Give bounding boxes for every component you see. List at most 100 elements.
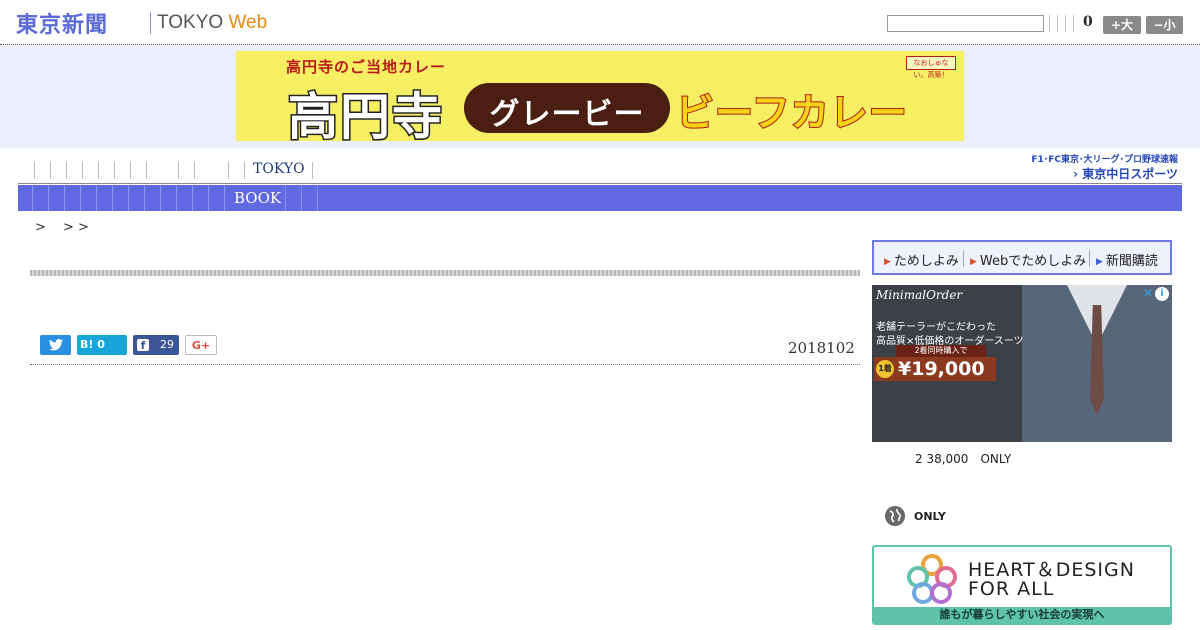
font-size-large-button[interactable]: +大 bbox=[1103, 16, 1141, 34]
trial-read-label: ためしよみ bbox=[893, 254, 959, 269]
subnav-item[interactable] bbox=[112, 185, 113, 211]
nav-item[interactable] bbox=[98, 162, 99, 179]
breadcrumb[interactable]: > > > bbox=[35, 216, 89, 235]
nav-item[interactable] bbox=[130, 162, 131, 179]
nav-item[interactable] bbox=[228, 162, 229, 179]
logo-divider bbox=[150, 12, 151, 34]
arrow-right-icon: ▶ bbox=[884, 257, 891, 267]
arrow-right-icon: ▶ bbox=[970, 257, 977, 267]
banner-subtitle: 高円寺のご当地カレー bbox=[286, 58, 447, 76]
nav-item[interactable] bbox=[66, 162, 67, 179]
nav-item[interactable] bbox=[82, 162, 83, 179]
logo-en-accent: Web bbox=[228, 12, 268, 33]
trial-read-link[interactable]: ▶ ためしよみ bbox=[884, 250, 959, 269]
subscribe-link[interactable]: ▶ 新聞購読 bbox=[1096, 250, 1158, 269]
ad-price: ¥19,000 bbox=[898, 358, 985, 380]
ad-info-icon[interactable]: i bbox=[1155, 287, 1169, 301]
banner-beef-curry-text: ビーフカレー bbox=[675, 90, 908, 136]
subnav-item[interactable] bbox=[208, 185, 209, 211]
ad-close-icon[interactable]: ✕ bbox=[1143, 286, 1153, 300]
article-date: 2018102 bbox=[788, 339, 855, 357]
chunichi-tagline: F1･FC東京･大リーグ･プロ野球速報 bbox=[1031, 155, 1178, 165]
globe-icon-graphic bbox=[886, 507, 904, 525]
ad-price-badge: 1着 bbox=[876, 360, 894, 378]
banner-gravy-text: グレービー bbox=[489, 97, 645, 132]
main-nav: TOKYO bbox=[18, 156, 1182, 184]
tokyo-chunichi-sports-link[interactable]: F1･FC東京･大リーグ･プロ野球速報 › 東京中日スポーツ bbox=[1020, 152, 1178, 182]
trial-divider bbox=[963, 250, 964, 267]
subnav-item[interactable] bbox=[317, 185, 318, 211]
ad-price-box: 2着同時購入で 1着 ¥19,000 bbox=[874, 345, 996, 381]
subnav-item[interactable] bbox=[128, 185, 129, 211]
subnav-item[interactable] bbox=[224, 185, 225, 211]
subnav-item-book[interactable]: BOOK bbox=[234, 189, 281, 207]
subnav-item[interactable] bbox=[80, 185, 81, 211]
tokyo-shimbun-logo[interactable]: 東京新聞 bbox=[16, 7, 108, 39]
sponsor-label[interactable]: ONLY bbox=[914, 510, 946, 523]
ad-caption[interactable]: 2 38,000 ONLY bbox=[915, 450, 1011, 467]
ad-price-condition: 2着同時購入で bbox=[896, 345, 986, 357]
heart-ad-title-line2: FOR ALL bbox=[968, 578, 1055, 600]
ad-brand-name: MinimalOrder bbox=[876, 288, 963, 302]
twitter-share-button[interactable] bbox=[40, 335, 71, 355]
top-ad-band: 高円寺のご当地カレー なおしゅない。高築！ 高円寺 グレービー ビーフカレー bbox=[0, 45, 1200, 148]
subnav-item[interactable] bbox=[301, 185, 302, 211]
subnav-item[interactable] bbox=[48, 185, 49, 211]
twitter-bird-icon bbox=[48, 339, 63, 351]
subnav-item[interactable] bbox=[285, 185, 286, 211]
subnav-item[interactable] bbox=[64, 185, 65, 211]
heart-ad-tagline: 誰もが暮らしやすい社会の実現へ bbox=[874, 607, 1170, 623]
facebook-icon: f bbox=[137, 339, 149, 352]
nav-item[interactable] bbox=[194, 162, 195, 179]
ad-copy-line1: 老舗テーラーがこだわった bbox=[876, 322, 996, 333]
trial-divider bbox=[1089, 250, 1090, 267]
banner-badge: なおしゅない。高築！ bbox=[906, 56, 956, 79]
ad-price-bar: 1着 ¥19,000 bbox=[874, 357, 996, 381]
header-link-separators bbox=[1049, 15, 1074, 32]
facebook-share-count: 29 bbox=[160, 338, 174, 351]
article-date-rule bbox=[30, 364, 860, 365]
search-input[interactable] bbox=[887, 15, 1044, 32]
subnav-item[interactable] bbox=[96, 185, 97, 211]
nav-item[interactable] bbox=[50, 162, 51, 179]
subnav-item[interactable] bbox=[32, 185, 33, 211]
minimal-order-suit-ad[interactable]: MinimalOrder ✕ i 老舗テーラーがこだわった 高品質×低価格のオー… bbox=[872, 285, 1172, 442]
nav-item-tokyo[interactable]: TOKYO bbox=[253, 161, 305, 177]
nav-item[interactable] bbox=[178, 162, 179, 179]
heart-design-for-all-ad[interactable]: HEART＆DESIGN FOR ALL 誰もが暮らしやすい社会の実現へ bbox=[872, 545, 1172, 625]
arrow-right-icon: ▶ bbox=[1096, 257, 1103, 267]
subnav-item[interactable] bbox=[176, 185, 177, 211]
hatena-bookmark-button[interactable]: B! 0 bbox=[77, 335, 127, 355]
subscribe-label: 新聞購読 bbox=[1105, 254, 1158, 269]
header-separator bbox=[1073, 15, 1074, 32]
google-plus-share-button[interactable]: G+ bbox=[185, 335, 217, 355]
font-size-small-button[interactable]: −小 bbox=[1146, 16, 1183, 34]
web-trial-read-label: Webでためしよみ bbox=[979, 254, 1087, 269]
tokyo-web-logo[interactable]: TOKYO Web bbox=[157, 12, 267, 34]
nav-item[interactable] bbox=[244, 162, 245, 179]
nav-item[interactable] bbox=[114, 162, 115, 179]
header-count: 0 bbox=[1083, 14, 1093, 30]
nav-item[interactable] bbox=[312, 162, 313, 179]
banner-gravy-pill: グレービー bbox=[464, 83, 670, 133]
logo-en-main: TOKYO bbox=[157, 12, 229, 33]
trial-read-box: ▶ ためしよみ ▶ Webでためしよみ ▶ 新聞購読 bbox=[872, 240, 1172, 275]
web-trial-read-link[interactable]: ▶ Webでためしよみ bbox=[970, 250, 1086, 269]
globe-icon bbox=[885, 506, 905, 526]
header-separator bbox=[1065, 15, 1066, 32]
nav-item[interactable] bbox=[34, 162, 35, 179]
sub-nav: BOOK bbox=[18, 185, 1182, 211]
koenji-curry-banner[interactable]: 高円寺のご当地カレー なおしゅない。高築！ 高円寺 グレービー ビーフカレー bbox=[236, 51, 964, 141]
banner-koenji-text: 高円寺 bbox=[287, 86, 444, 142]
facebook-share-button[interactable]: f 29 bbox=[133, 335, 179, 355]
subnav-item[interactable] bbox=[144, 185, 145, 211]
header-separator bbox=[1057, 15, 1058, 32]
article-title-rule bbox=[30, 270, 860, 276]
header-separator bbox=[1049, 15, 1050, 32]
heart-design-flower-icon bbox=[907, 554, 957, 604]
subnav-item[interactable] bbox=[192, 185, 193, 211]
chunichi-logo: › 東京中日スポーツ bbox=[1073, 167, 1178, 181]
site-header: 東京新聞 TOKYO Web 0 +大 −小 bbox=[0, 0, 1200, 45]
nav-item[interactable] bbox=[146, 162, 147, 179]
subnav-item[interactable] bbox=[160, 185, 161, 211]
